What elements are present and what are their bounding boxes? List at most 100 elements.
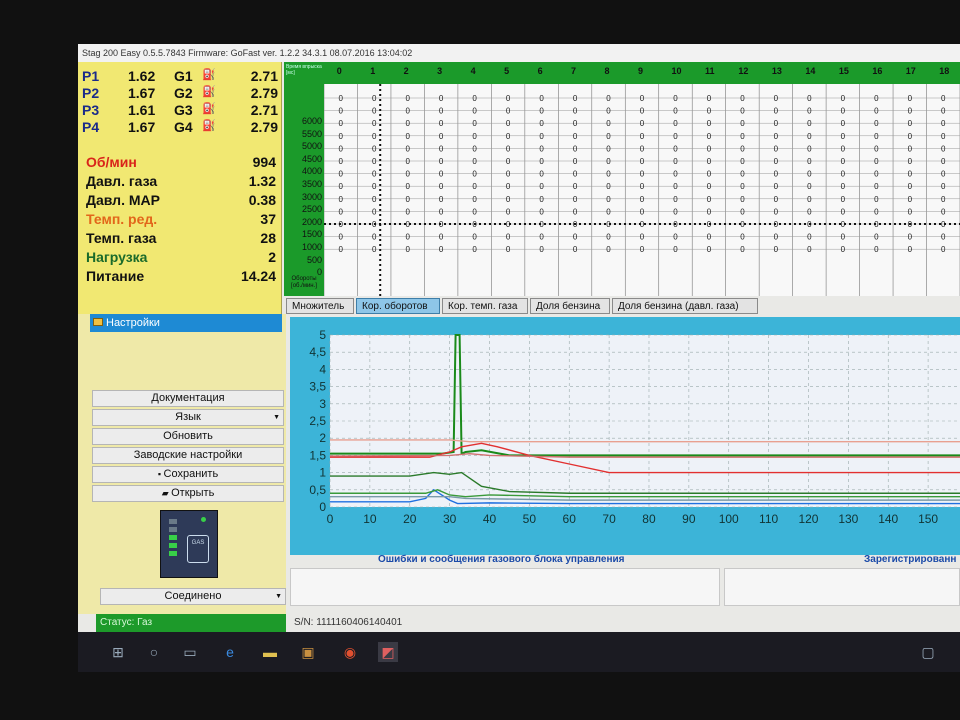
map-cell[interactable]: 0 (472, 182, 477, 191)
map-cell[interactable]: 0 (439, 144, 444, 153)
map-cell[interactable]: 0 (640, 119, 645, 128)
map-cell[interactable]: 0 (774, 144, 779, 153)
map-cell[interactable]: 0 (606, 245, 611, 254)
map-cell[interactable]: 0 (908, 245, 913, 254)
map-cell[interactable]: 0 (573, 157, 578, 166)
map-cell[interactable]: 0 (439, 157, 444, 166)
map-cell[interactable]: 0 (606, 94, 611, 103)
map-cell[interactable]: 0 (841, 170, 846, 179)
map-cell[interactable]: 0 (372, 170, 377, 179)
map-cell[interactable]: 0 (339, 119, 344, 128)
map-cell[interactable]: 0 (807, 233, 812, 242)
map-cell[interactable]: 0 (774, 195, 779, 204)
map-cell[interactable]: 0 (573, 182, 578, 191)
map-cell[interactable]: 0 (405, 107, 410, 116)
map-cell[interactable]: 0 (941, 157, 946, 166)
map-cell[interactable]: 0 (874, 170, 879, 179)
tab-1[interactable]: Кор. оборотов (356, 298, 440, 314)
map-cell[interactable]: 0 (707, 94, 712, 103)
map-cell[interactable]: 0 (573, 144, 578, 153)
map-cell[interactable]: 0 (539, 119, 544, 128)
map-cell[interactable]: 0 (941, 170, 946, 179)
tab-3[interactable]: Доля бензина (530, 298, 610, 314)
messages-box[interactable] (290, 568, 720, 606)
map-cell[interactable]: 0 (573, 119, 578, 128)
map-cell[interactable]: 0 (640, 233, 645, 242)
map-cell[interactable]: 0 (807, 132, 812, 141)
signal-chart[interactable]: 00,511,522,533,544,550 10 20 30 40 50 60 70 80 90… (290, 317, 960, 555)
map-cell[interactable]: 0 (439, 182, 444, 191)
map-cell[interactable]: 0 (339, 144, 344, 153)
map-cell[interactable]: 0 (941, 182, 946, 191)
map-cell[interactable]: 0 (606, 144, 611, 153)
map-cell[interactable]: 0 (774, 107, 779, 116)
map-cell[interactable]: 0 (640, 94, 645, 103)
settings-button-3[interactable]: Заводские настройки (92, 447, 284, 464)
map-cell[interactable]: 0 (874, 107, 879, 116)
map-cell[interactable]: 0 (506, 107, 511, 116)
map-cell[interactable]: 0 (640, 170, 645, 179)
map-cell[interactable]: 0 (640, 157, 645, 166)
map-cell[interactable]: 0 (774, 132, 779, 141)
map-cell[interactable]: 0 (874, 245, 879, 254)
map-cell[interactable]: 0 (439, 107, 444, 116)
map-cell[interactable]: 0 (405, 170, 410, 179)
map-cell[interactable]: 0 (841, 157, 846, 166)
map-cell[interactable]: 0 (472, 132, 477, 141)
map-cell[interactable]: 0 (908, 157, 913, 166)
map-cell[interactable]: 0 (807, 94, 812, 103)
map-cell[interactable]: 0 (673, 195, 678, 204)
map-cell[interactable]: 0 (874, 132, 879, 141)
map-cell[interactable]: 0 (707, 107, 712, 116)
map-cell[interactable]: 0 (941, 107, 946, 116)
map-cell[interactable]: 0 (908, 195, 913, 204)
map-cell[interactable]: 0 (740, 207, 745, 216)
map-cell[interactable]: 0 (606, 182, 611, 191)
map-cell[interactable]: 0 (339, 207, 344, 216)
map-cell[interactable]: 0 (339, 107, 344, 116)
map-cell[interactable]: 0 (405, 207, 410, 216)
map-cell[interactable]: 0 (405, 195, 410, 204)
map-cell[interactable]: 0 (941, 195, 946, 204)
map-cell[interactable]: 0 (908, 119, 913, 128)
map-cell[interactable]: 0 (539, 107, 544, 116)
map-cell[interactable]: 0 (606, 170, 611, 179)
settings-header[interactable]: Настройки (90, 314, 282, 332)
map-cell[interactable]: 0 (807, 107, 812, 116)
map-cell[interactable]: 0 (573, 94, 578, 103)
map-cell[interactable]: 0 (606, 119, 611, 128)
map-cell[interactable]: 0 (539, 195, 544, 204)
map-cell[interactable]: 0 (539, 233, 544, 242)
map-cell[interactable]: 0 (941, 245, 946, 254)
map-cell[interactable]: 0 (439, 233, 444, 242)
map-cell[interactable]: 0 (405, 182, 410, 191)
map-cell[interactable]: 0 (405, 94, 410, 103)
map-cell[interactable]: 0 (707, 245, 712, 254)
map-cell[interactable]: 0 (472, 107, 477, 116)
map-cell[interactable]: 0 (472, 207, 477, 216)
map-cell[interactable]: 0 (673, 107, 678, 116)
map-cell[interactable]: 0 (506, 195, 511, 204)
map-cell[interactable]: 0 (673, 157, 678, 166)
map-cell[interactable]: 0 (506, 94, 511, 103)
map-cell[interactable]: 0 (740, 132, 745, 141)
map-cell[interactable]: 0 (372, 233, 377, 242)
tab-4[interactable]: Доля бензина (давл. газа) (612, 298, 758, 314)
map-cell[interactable]: 0 (673, 132, 678, 141)
map-cell[interactable]: 0 (874, 195, 879, 204)
map-cell[interactable]: 0 (573, 170, 578, 179)
store-icon[interactable]: ▣ (298, 642, 318, 662)
map-cell[interactable]: 0 (640, 195, 645, 204)
map-cell[interactable]: 0 (707, 182, 712, 191)
injection-map[interactable]: 0 1 2 3 4 5 6 7 8 9 10 11 12 13 14 15 16 17 18 Время впрыс… (284, 62, 960, 296)
map-cell[interactable]: 0 (908, 144, 913, 153)
map-cell[interactable]: 0 (908, 182, 913, 191)
map-cell[interactable]: 0 (807, 182, 812, 191)
map-cell[interactable]: 0 (405, 144, 410, 153)
map-cell[interactable]: 0 (740, 94, 745, 103)
map-cell[interactable]: 0 (841, 207, 846, 216)
map-cell[interactable]: 0 (405, 132, 410, 141)
map-cell[interactable]: 0 (472, 195, 477, 204)
map-cell[interactable]: 0 (439, 119, 444, 128)
map-cell[interactable]: 0 (774, 94, 779, 103)
